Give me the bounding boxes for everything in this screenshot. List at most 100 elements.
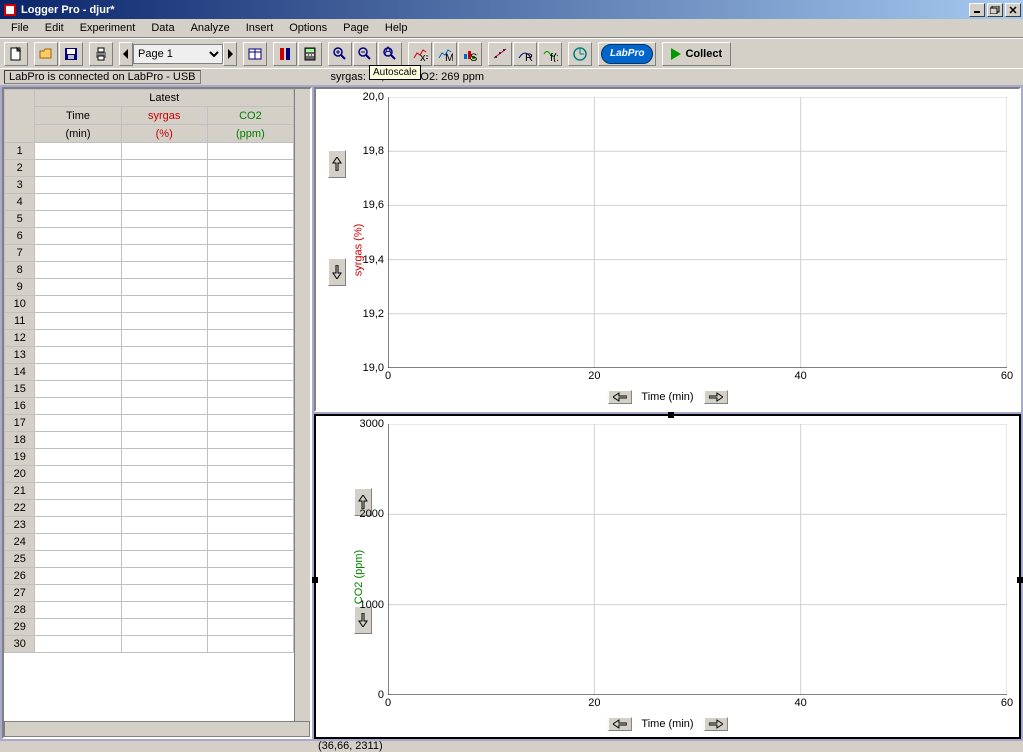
table-row[interactable]: 5 bbox=[5, 211, 294, 228]
table-row[interactable]: 19 bbox=[5, 449, 294, 466]
ytick-label[interactable]: 20,0 bbox=[363, 91, 388, 103]
examine-button[interactable]: x= bbox=[408, 42, 432, 66]
chart1-xlabel[interactable]: Time (min) bbox=[641, 391, 693, 403]
table-row[interactable]: 4 bbox=[5, 194, 294, 211]
autoscale-button[interactable]: A Autoscale bbox=[378, 42, 402, 66]
table-row[interactable]: 30 bbox=[5, 636, 294, 653]
chart2-ylabel[interactable]: CO2 (ppm) bbox=[353, 549, 365, 603]
ytick-label[interactable]: 19,2 bbox=[363, 308, 388, 320]
chart2-x-right-button[interactable] bbox=[704, 717, 728, 731]
model-button[interactable]: f(x)= bbox=[538, 42, 562, 66]
chart2-plot-area[interactable]: 01000200030000204060 bbox=[388, 424, 1007, 695]
table-row[interactable]: 6 bbox=[5, 228, 294, 245]
table-row[interactable]: 1 bbox=[5, 143, 294, 160]
close-button[interactable] bbox=[1005, 3, 1021, 17]
table-hscrollbar[interactable] bbox=[4, 721, 310, 737]
zoom-out-button[interactable] bbox=[353, 42, 377, 66]
labpro-button[interactable]: LabPro bbox=[598, 42, 656, 66]
ytick-label[interactable]: 1000 bbox=[360, 599, 388, 611]
setup-sensors-button[interactable] bbox=[568, 42, 592, 66]
table-row[interactable]: 11 bbox=[5, 313, 294, 330]
menu-data[interactable]: Data bbox=[143, 20, 182, 36]
ytick-label[interactable]: 3000 bbox=[360, 418, 388, 430]
tangent-button[interactable]: M= bbox=[433, 42, 457, 66]
chart1-ylabel[interactable]: syrgas (%) bbox=[352, 223, 364, 276]
chart1-y-up-button[interactable] bbox=[328, 150, 346, 178]
xtick-label[interactable]: 40 bbox=[795, 368, 807, 382]
menu-file[interactable]: File bbox=[3, 20, 37, 36]
chart1-x-right-button[interactable] bbox=[704, 390, 728, 404]
data-table[interactable]: Latest Time syrgas CO2 (min) (%) (ppm) 1… bbox=[4, 89, 294, 653]
table-row[interactable]: 10 bbox=[5, 296, 294, 313]
table-row[interactable]: 26 bbox=[5, 568, 294, 585]
menu-help[interactable]: Help bbox=[377, 20, 416, 36]
print-button[interactable] bbox=[89, 42, 113, 66]
chart1-y-down-button[interactable] bbox=[328, 258, 346, 286]
table-row[interactable]: 25 bbox=[5, 551, 294, 568]
chart-co2-panel[interactable]: CO2 (ppm) 01000200030000204060 Time (min… bbox=[314, 414, 1021, 739]
table-row[interactable]: 9 bbox=[5, 279, 294, 296]
minimize-button[interactable] bbox=[969, 3, 985, 17]
new-button[interactable] bbox=[4, 42, 28, 66]
save-button[interactable] bbox=[59, 42, 83, 66]
table-row[interactable]: 18 bbox=[5, 432, 294, 449]
stat-button[interactable]: STAT bbox=[458, 42, 482, 66]
table-row[interactable]: 8 bbox=[5, 262, 294, 279]
table-row[interactable]: 28 bbox=[5, 602, 294, 619]
col-header-time[interactable]: Time bbox=[35, 107, 121, 125]
table-vscrollbar[interactable] bbox=[294, 89, 310, 721]
table-row[interactable]: 24 bbox=[5, 534, 294, 551]
chart-syrgas-panel[interactable]: syrgas (%) 19,019,219,419,619,820,002040… bbox=[314, 87, 1021, 412]
table-row[interactable]: 14 bbox=[5, 364, 294, 381]
table-row[interactable]: 13 bbox=[5, 347, 294, 364]
ytick-label[interactable]: 19,6 bbox=[363, 199, 388, 211]
data-browser-button[interactable] bbox=[243, 42, 267, 66]
table-row[interactable]: 15 bbox=[5, 381, 294, 398]
col-header-syrgas[interactable]: syrgas bbox=[121, 107, 207, 125]
menu-edit[interactable]: Edit bbox=[37, 20, 72, 36]
prev-page-button[interactable] bbox=[119, 42, 133, 66]
calculator-button[interactable] bbox=[298, 42, 322, 66]
menu-options[interactable]: Options bbox=[281, 20, 335, 36]
store-button[interactable] bbox=[273, 42, 297, 66]
table-row[interactable]: 27 bbox=[5, 585, 294, 602]
table-row[interactable]: 21 bbox=[5, 483, 294, 500]
linear-fit-button[interactable] bbox=[488, 42, 512, 66]
table-row[interactable]: 3 bbox=[5, 177, 294, 194]
col-header-co2[interactable]: CO2 bbox=[207, 107, 293, 125]
table-row[interactable]: 29 bbox=[5, 619, 294, 636]
table-row[interactable]: 7 bbox=[5, 245, 294, 262]
data-table-panel[interactable]: Latest Time syrgas CO2 (min) (%) (ppm) 1… bbox=[2, 87, 312, 739]
table-row[interactable]: 22 bbox=[5, 500, 294, 517]
restore-button[interactable] bbox=[987, 3, 1003, 17]
curve-fit-button[interactable]: R= bbox=[513, 42, 537, 66]
xtick-label[interactable]: 60 bbox=[1001, 368, 1013, 382]
next-page-button[interactable] bbox=[223, 42, 237, 66]
chart2-x-left-button[interactable] bbox=[607, 717, 631, 731]
xtick-label[interactable]: 20 bbox=[588, 368, 600, 382]
menu-experiment[interactable]: Experiment bbox=[72, 20, 144, 36]
ytick-label[interactable]: 19,4 bbox=[363, 254, 388, 266]
xtick-label[interactable]: 0 bbox=[385, 695, 391, 709]
table-row[interactable]: 2 bbox=[5, 160, 294, 177]
chart1-x-left-button[interactable] bbox=[607, 390, 631, 404]
xtick-label[interactable]: 40 bbox=[795, 695, 807, 709]
zoom-in-button[interactable] bbox=[328, 42, 352, 66]
open-button[interactable] bbox=[34, 42, 58, 66]
table-row[interactable]: 23 bbox=[5, 517, 294, 534]
chart2-xlabel[interactable]: Time (min) bbox=[641, 718, 693, 730]
ytick-label[interactable]: 2000 bbox=[360, 508, 388, 520]
table-row[interactable]: 17 bbox=[5, 415, 294, 432]
chart1-plot-area[interactable]: 19,019,219,419,619,820,00204060 bbox=[388, 97, 1007, 368]
collect-button[interactable]: Collect bbox=[662, 42, 731, 66]
table-row[interactable]: 16 bbox=[5, 398, 294, 415]
xtick-label[interactable]: 60 bbox=[1001, 695, 1013, 709]
menu-insert[interactable]: Insert bbox=[238, 20, 282, 36]
xtick-label[interactable]: 20 bbox=[588, 695, 600, 709]
table-row[interactable]: 12 bbox=[5, 330, 294, 347]
page-select[interactable]: Page 1 bbox=[133, 44, 223, 64]
ytick-label[interactable]: 19,8 bbox=[363, 145, 388, 157]
table-row[interactable]: 20 bbox=[5, 466, 294, 483]
menu-page[interactable]: Page bbox=[335, 20, 377, 36]
menu-analyze[interactable]: Analyze bbox=[183, 20, 238, 36]
